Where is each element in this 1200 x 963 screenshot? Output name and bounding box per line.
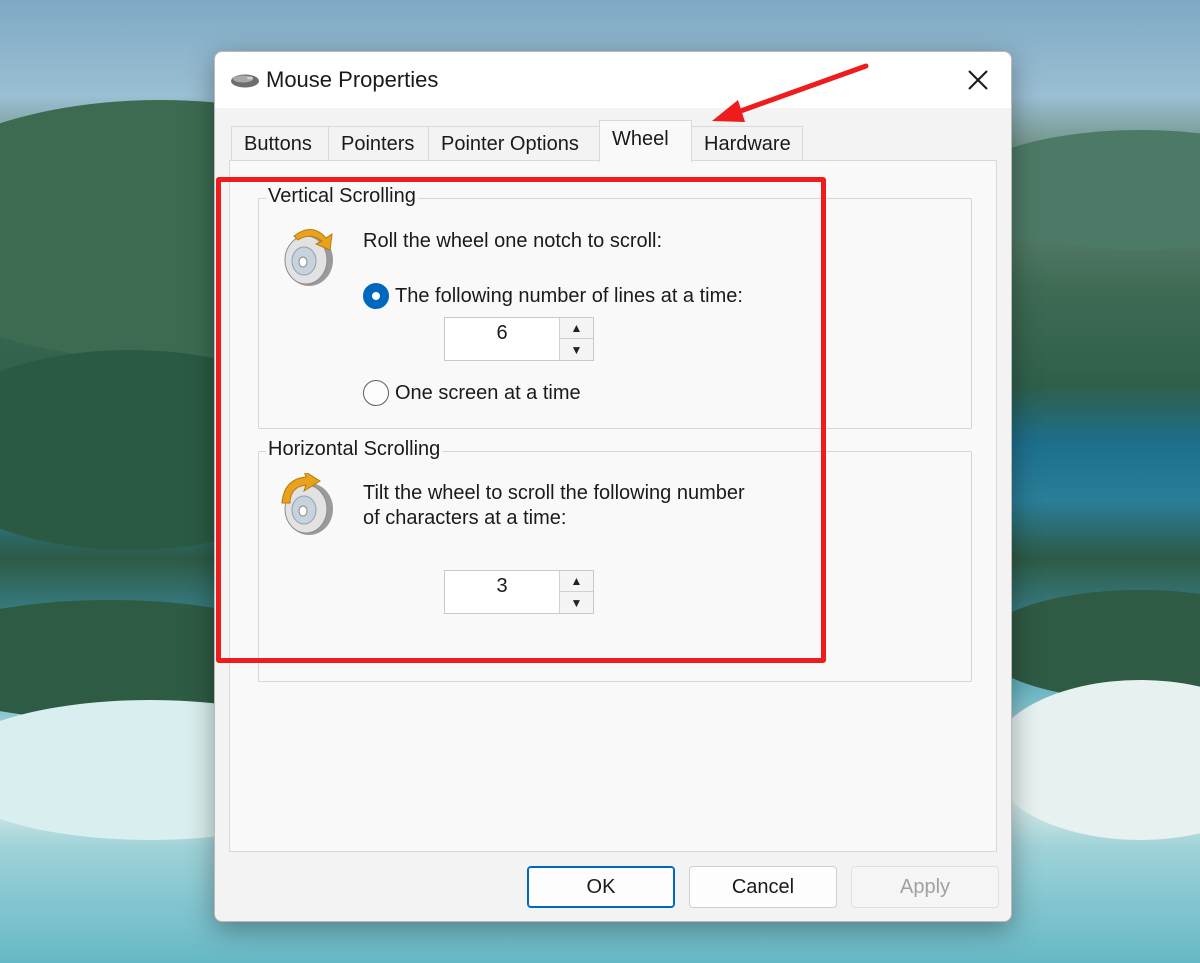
annotation-highlight-box — [216, 177, 826, 663]
close-button[interactable] — [945, 52, 1011, 108]
cancel-button[interactable]: Cancel — [689, 866, 837, 908]
tab-pointer-options[interactable]: Pointer Options — [428, 126, 600, 162]
tab-hardware[interactable]: Hardware — [691, 126, 803, 162]
mouse-icon — [231, 74, 259, 88]
apply-button[interactable]: Apply — [851, 866, 999, 908]
dialog-title: Mouse Properties — [266, 67, 439, 92]
tab-pointers[interactable]: Pointers — [328, 126, 429, 162]
close-icon — [968, 70, 988, 90]
tab-buttons[interactable]: Buttons — [231, 126, 329, 162]
tab-wheel[interactable]: Wheel — [599, 120, 692, 162]
background-sandbar — [990, 680, 1200, 840]
ok-button[interactable]: OK — [527, 866, 675, 908]
title-bar: Mouse Properties — [215, 52, 1011, 108]
